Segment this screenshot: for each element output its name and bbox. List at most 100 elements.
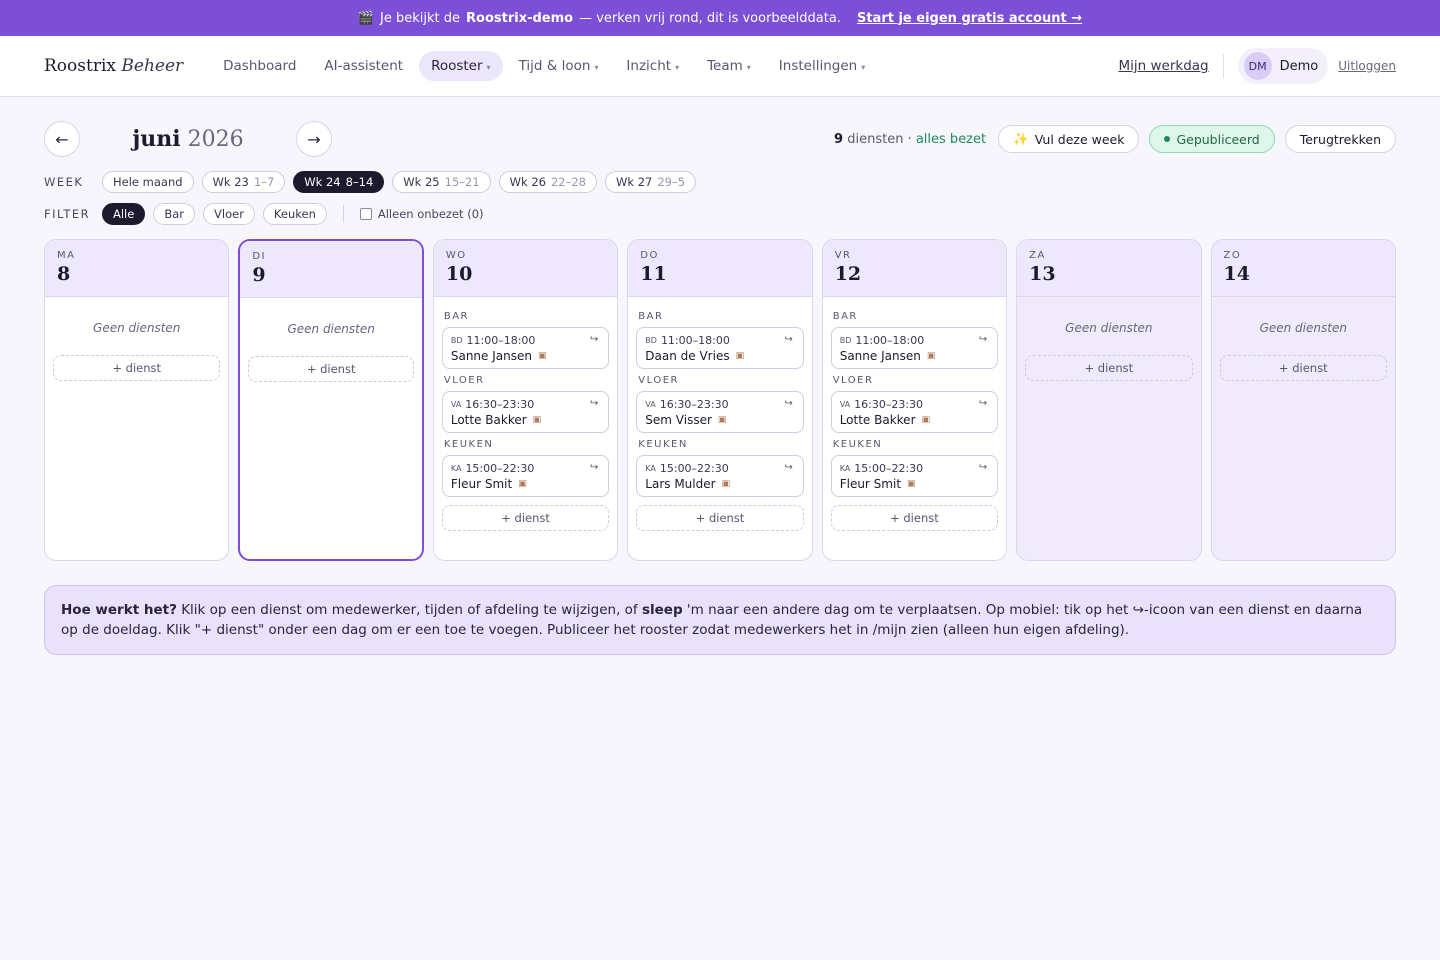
add-shift-button[interactable]: + dienst [636,505,804,531]
add-shift-button[interactable]: + dienst [1219,355,1387,381]
demo-banner: 🎬 Je bekijkt de Roostrix-demo — verken v… [0,0,1440,36]
filter-chip-vloer[interactable]: Vloer [203,203,255,225]
day-body: Geen diensten + dienst [1212,297,1395,389]
fill-week-label: Vul deze week [1034,131,1125,147]
nav-item-tijd-loon[interactable]: Tijd & loon ▾ [507,51,611,81]
shift-card[interactable]: VA 16:30–23:30 Sem Visser ▣ ↪ [636,391,804,433]
top-nav: Roostrix Beheer Dashboard AI-assistent R… [0,36,1440,97]
add-shift-button[interactable]: + dienst [248,356,414,382]
day-body: BAR BD 11:00–18:00 Sanne Jansen ▣ ↪ VLOER … [434,297,617,539]
nav-item-team[interactable]: Team ▾ [695,51,763,81]
coverage-status: alles bezet [915,131,987,147]
nav-item-ai-assistent[interactable]: AI-assistent [312,51,415,81]
department-label: VLOER [443,375,485,386]
prev-week-button[interactable]: ← [44,121,80,157]
withdraw-button[interactable]: Terugtrekken [1284,125,1396,153]
nav-menu: Dashboard AI-assistent Rooster ▾ Tijd & l… [211,51,877,81]
add-shift-button[interactable]: + dienst [1025,355,1193,381]
move-icon[interactable]: ↪ [979,334,987,345]
move-icon[interactable]: ↪ [590,334,598,345]
add-shift-button[interactable]: + dienst [53,355,221,381]
day-body: Geen diensten + dienst [45,297,228,389]
chip-range: 22–28 [550,175,587,189]
week-chip-23[interactable]: Wk 23 1–7 [201,171,286,193]
chevron-down-icon: ▾ [861,63,866,72]
nav-item-rooster[interactable]: Rooster ▾ [419,51,503,81]
shift-count: 9 [834,131,844,147]
checkbox[interactable] [359,208,372,220]
shift-employee: Sem Visser ▣ [645,413,794,427]
department-label: VLOER [638,375,679,386]
move-icon[interactable]: ↪ [784,334,792,345]
shift-code: VA [450,400,462,409]
shift-card[interactable]: BD 11:00–18:00 Sanne Jansen ▣ ↪ [830,327,999,369]
toolbar-actions: 9 diensten · alles bezet ✨ Vul deze week… [834,125,1396,153]
banner-text-post: — verken vrij rond, dit is voorbeelddata… [579,10,841,26]
filter-chip-keuken[interactable]: Keuken [262,203,327,225]
nav-item-inzicht[interactable]: Inzicht ▾ [614,51,691,81]
shift-meta: VA 16:30–23:30 [645,398,794,411]
filter-chip-alle[interactable]: Alle [102,203,146,225]
week-chip-26[interactable]: Wk 26 22–28 [498,171,598,193]
chip-main: Wk 25 [403,175,440,189]
day-header: DI 9 [240,241,422,298]
add-shift-button[interactable]: + dienst [830,505,999,531]
shift-card[interactable]: KA 15:00–22:30 Fleur Smit ▣ ↪ [441,455,610,497]
shift-card[interactable]: BD 11:00–18:00 Daan de Vries ▣ ↪ [636,327,804,369]
nav-label: Tijd & loon [518,58,591,74]
no-shifts-text: Geen diensten [1259,321,1347,335]
day-header: DO 11 [628,240,812,297]
nav-item-dashboard[interactable]: Dashboard [211,51,308,81]
move-icon[interactable]: ↪ [784,462,792,473]
nav-item-instellingen[interactable]: Instellingen ▾ [767,51,877,81]
brand-main: Roostrix [44,56,116,76]
shift-employee: Lotte Bakker ▣ [840,413,989,427]
shift-card[interactable]: KA 15:00–22:30 Fleur Smit ▣ ↪ [830,455,999,497]
week-chip-25[interactable]: Wk 25 15–21 [392,171,491,193]
next-week-button[interactable]: → [296,121,332,157]
day-header: ZA 13 [1017,240,1201,297]
week-chip-24[interactable]: Wk 24 8–14 [293,171,385,193]
shift-time: 16:30–23:30 [854,398,924,411]
shift-card[interactable]: BD 11:00–18:00 Sanne Jansen ▣ ↪ [441,327,610,369]
clipboard-icon: ▣ [518,479,527,489]
department-label: BAR [638,311,664,322]
brand-sub: Beheer [121,56,184,76]
fill-week-button[interactable]: ✨ Vul deze week [998,125,1140,153]
week-chip-27[interactable]: Wk 27 29–5 [605,171,697,193]
unassigned-only-label: Alleen onbezet (0) [377,207,484,221]
shift-employee: Lotte Bakker ▣ [451,413,600,427]
mijn-werkdag-link[interactable]: Mijn werkdag [1119,58,1209,74]
move-icon[interactable]: ↪ [590,462,598,473]
nav-label: AI-assistent [324,58,404,74]
move-icon[interactable]: ↪ [979,462,987,473]
department-label: KEUKEN [638,439,688,450]
clipboard-icon: ▣ [532,415,542,425]
shift-card[interactable]: KA 15:00–22:30 Lars Mulder ▣ ↪ [636,455,804,497]
chip-range: 1–7 [253,175,275,189]
shift-code: KA [450,464,462,473]
sparkle-icon: ✨ [1013,131,1029,146]
day-number: 8 [57,263,71,285]
day-abbr: WO [445,250,467,261]
filter-chip-bar[interactable]: Bar [153,203,196,225]
day-header: WO 10 [433,240,618,297]
status-dot-icon [1164,136,1171,142]
week-chip-month[interactable]: Hele maand [102,171,194,193]
add-shift-button[interactable]: + dienst [441,505,610,531]
user-menu[interactable]: DM Demo [1237,48,1329,84]
shift-code: VA [839,400,851,409]
clapperboard-icon: 🎬 [357,10,375,26]
move-icon[interactable]: ↪ [784,398,792,409]
move-icon[interactable]: ↪ [590,398,598,409]
move-icon[interactable]: ↪ [979,398,987,409]
employee-name: Fleur Smit [450,477,513,491]
shift-employee: Daan de Vries ▣ [645,349,794,363]
logout-link[interactable]: Uitloggen [1338,59,1396,73]
day-number: 10 [445,263,473,285]
brand-logo[interactable]: Roostrix Beheer [44,56,183,76]
shift-card[interactable]: VA 16:30–23:30 Lotte Bakker ▣ ↪ [830,391,999,433]
signup-link[interactable]: Start je eigen gratis account → [857,11,1082,26]
unassigned-only-toggle[interactable]: Alleen onbezet (0) [359,207,484,221]
shift-card[interactable]: VA 16:30–23:30 Lotte Bakker ▣ ↪ [441,391,610,433]
